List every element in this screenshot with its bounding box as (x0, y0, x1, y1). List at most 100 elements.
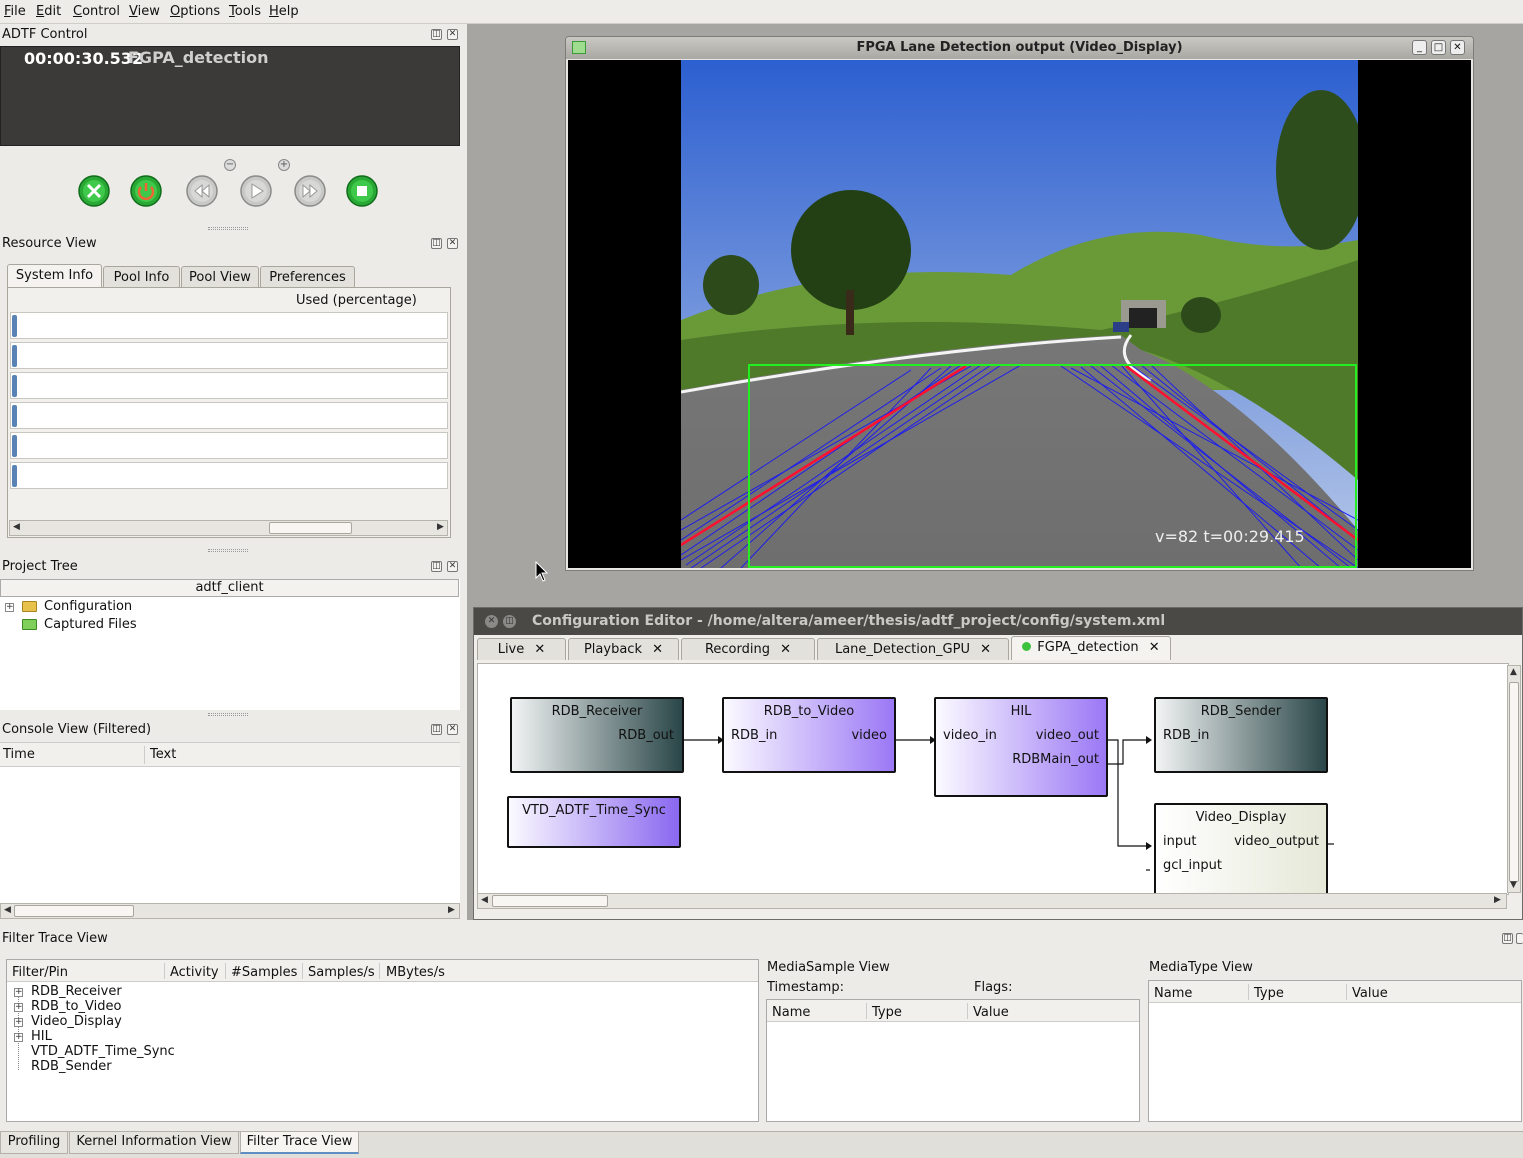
float-icon[interactable]: ◫ (431, 238, 442, 249)
close-tab-icon[interactable]: ✕ (1149, 640, 1160, 655)
close-icon[interactable]: ✕ (447, 29, 458, 40)
folder-icon (22, 601, 37, 612)
horizontal-scrollbar[interactable]: ◀ ▶ (477, 893, 1507, 909)
video-canvas: v=82 t=00:29.415 (568, 60, 1471, 568)
tab-pool-view[interactable]: Pool View (181, 266, 259, 288)
lane-detection-frame (681, 60, 1358, 568)
tab-lane-detection-gpu[interactable]: Lane_Detection_GPU ✕ (817, 638, 1009, 660)
tree-item-captured-files[interactable]: Captured Files (44, 617, 137, 632)
resource-row (10, 432, 448, 459)
close-circle-icon[interactable] (78, 174, 110, 208)
fast-forward-icon[interactable] (294, 174, 326, 208)
column-header-name: Name (772, 1005, 811, 1020)
tab-profiling[interactable]: Profiling (0, 1132, 68, 1154)
play-icon[interactable] (240, 174, 272, 208)
splitter-handle[interactable] (208, 713, 248, 716)
column-header-time: Time (3, 747, 35, 762)
trace-item-video-display[interactable]: Video_Display (31, 1014, 122, 1029)
resource-row (10, 372, 448, 399)
close-icon[interactable] (1516, 933, 1523, 944)
float-icon[interactable]: ◫ (503, 615, 516, 628)
column-header-samples: #Samples (231, 965, 298, 980)
media-sample-table: Name Type Value (766, 999, 1140, 1122)
tab-filter-trace-view[interactable]: Filter Trace View (240, 1132, 359, 1154)
expand-icon[interactable]: + (14, 1018, 23, 1027)
menu-control[interactable]: Control (73, 4, 120, 19)
close-tab-icon[interactable]: ✕ (534, 642, 545, 657)
splitter-handle[interactable] (208, 227, 248, 230)
tab-system-info[interactable]: System Info (7, 264, 102, 288)
minimize-icon[interactable]: _ (1412, 40, 1427, 55)
filter-trace-title: Filter Trace View (2, 931, 108, 946)
close-icon[interactable]: ✕ (1450, 40, 1465, 55)
overlay-speed-time: v=82 t=00:29.415 (1155, 527, 1305, 546)
tree-item-configuration[interactable]: Configuration (44, 599, 132, 614)
float-icon[interactable]: ◫ (431, 29, 442, 40)
expand-icon[interactable]: + (5, 603, 14, 612)
flags-label: Flags: (974, 980, 1013, 995)
power-icon[interactable] (130, 174, 162, 208)
column-header-value: Value (973, 1005, 1009, 1020)
config-editor-title: Configuration Editor - /home/altera/amee… (532, 613, 1166, 629)
tab-label: Recording (704, 642, 770, 657)
trace-item-rdb-to-video[interactable]: RDB_to_Video (31, 999, 121, 1014)
media-sample-title: MediaSample View (767, 960, 890, 975)
tab-label: Live (497, 642, 525, 657)
horizontal-scrollbar[interactable]: ◀ ▶ (9, 520, 448, 536)
tab-pool-info[interactable]: Pool Info (103, 266, 180, 288)
menu-options[interactable]: Options (170, 4, 220, 19)
menu-view[interactable]: View (129, 4, 160, 19)
splitter-handle[interactable] (208, 549, 248, 552)
trace-item-hil[interactable]: HIL (31, 1029, 52, 1044)
float-icon[interactable]: ◫ (1502, 933, 1513, 944)
plus-icon[interactable]: + (278, 159, 290, 171)
tab-recording[interactable]: Recording ✕ (681, 638, 815, 660)
menu-edit[interactable]: Edit (36, 4, 61, 19)
close-tab-icon[interactable]: ✕ (980, 642, 991, 657)
vertical-scrollbar[interactable]: ▲ ▼ (1507, 665, 1521, 893)
column-header-type: Type (1254, 986, 1284, 1001)
tab-live[interactable]: Live ✕ (477, 638, 566, 660)
trace-item-rdb-receiver[interactable]: RDB_Receiver (31, 984, 122, 999)
close-icon[interactable]: ✕ (447, 561, 458, 572)
adtf-control-display: 00:00:30.532 FGPA_detection (0, 46, 460, 146)
tab-preferences[interactable]: Preferences (260, 266, 355, 288)
trace-item-rdb-sender[interactable]: RDB_Sender (31, 1059, 112, 1074)
menu-file[interactable]: File (4, 4, 26, 19)
tab-playback[interactable]: Playback ✕ (568, 638, 679, 660)
close-icon[interactable]: ✕ (447, 238, 458, 249)
float-icon[interactable]: ◫ (431, 561, 442, 572)
expand-icon[interactable]: + (14, 1003, 23, 1012)
tab-kernel-information-view[interactable]: Kernel Information View (69, 1132, 239, 1154)
resource-row (10, 462, 448, 489)
minus-icon[interactable]: − (224, 159, 236, 171)
config-name: FGPA_detection (128, 48, 269, 67)
column-header-samples-per-sec: Samples/s (308, 965, 375, 980)
column-header-type: Type (872, 1005, 902, 1020)
video-window: FPGA Lane Detection output (Video_Displa… (565, 36, 1474, 571)
close-icon[interactable]: ✕ (447, 724, 458, 735)
close-tab-icon[interactable]: ✕ (652, 642, 663, 657)
column-header-text: Text (150, 747, 177, 762)
captured-files-icon (22, 619, 37, 630)
close-icon[interactable]: ✕ (485, 615, 498, 628)
float-icon[interactable]: ◫ (431, 724, 442, 735)
media-type-table: Name Type Value (1148, 980, 1522, 1122)
tab-fgpa-detection[interactable]: FGPA_detection ✕ (1011, 636, 1171, 660)
tab-label: Lane_Detection_GPU (834, 642, 970, 657)
tab-label: FGPA_detection (1037, 640, 1139, 655)
expand-icon[interactable]: + (14, 988, 23, 997)
column-header-activity: Activity (170, 965, 219, 980)
maximize-icon[interactable]: □ (1431, 40, 1446, 55)
config-editor-window: ✕ ◫ Configuration Editor - /home/altera/… (473, 607, 1523, 920)
close-tab-icon[interactable]: ✕ (780, 642, 791, 657)
menu-tools[interactable]: Tools (229, 4, 261, 19)
filter-trace-tree: Filter/Pin Activity #Samples Samples/s M… (6, 959, 759, 1122)
rewind-icon[interactable] (186, 174, 218, 208)
project-tree: adtf_client + Configuration Captured Fil… (0, 579, 460, 710)
expand-icon[interactable]: + (14, 1033, 23, 1042)
trace-item-vtd-time-sync[interactable]: VTD_ADTF_Time_Sync (31, 1044, 175, 1059)
stop-icon[interactable] (346, 174, 378, 208)
horizontal-scrollbar[interactable]: ◀ ▶ (0, 903, 460, 919)
menu-help[interactable]: Help (269, 4, 299, 19)
